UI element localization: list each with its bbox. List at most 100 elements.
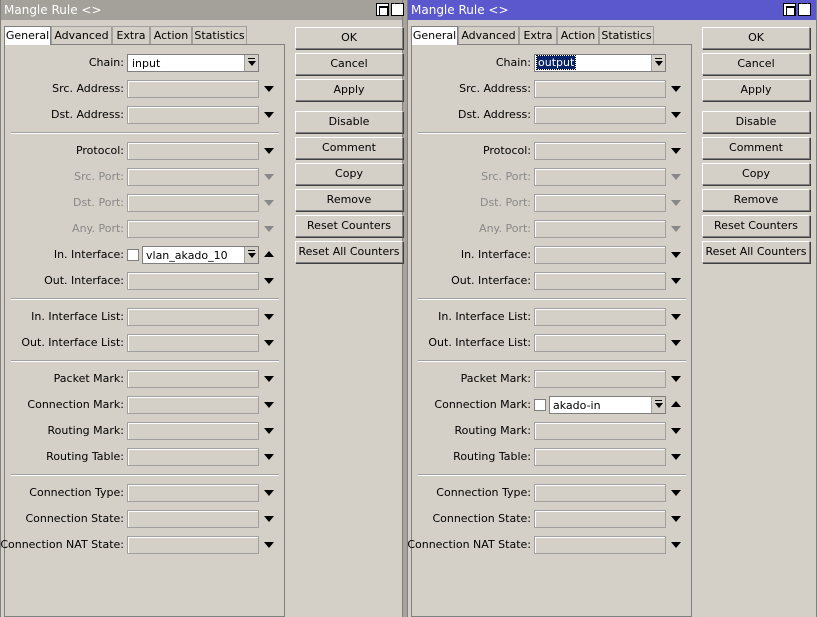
comment-button[interactable]: Comment xyxy=(702,137,810,159)
title-bar[interactable]: Mangle Rule <> ✕ xyxy=(408,0,816,20)
connection-mark-negate-checkbox[interactable] xyxy=(534,399,546,411)
routing-table-field[interactable] xyxy=(127,448,259,466)
connection-state-field[interactable] xyxy=(534,510,666,528)
tab-general[interactable]: General xyxy=(411,26,458,45)
protocol-expand-icon[interactable] xyxy=(264,148,274,154)
in-interface-field[interactable] xyxy=(534,246,666,264)
dst-address-field[interactable] xyxy=(127,106,259,124)
out-interface-field[interactable] xyxy=(127,272,259,290)
disable-button[interactable]: Disable xyxy=(295,111,403,133)
connection-type-expand-icon[interactable] xyxy=(671,490,681,496)
chain-dropdown-icon[interactable] xyxy=(244,55,258,71)
routing-mark-field[interactable] xyxy=(127,422,259,440)
packet-mark-expand-icon[interactable] xyxy=(264,376,274,382)
protocol-field[interactable] xyxy=(534,142,666,160)
connection-type-field[interactable] xyxy=(127,484,259,502)
routing-table-expand-icon[interactable] xyxy=(671,454,681,460)
routing-table-expand-icon[interactable] xyxy=(264,454,274,460)
in-interface-dropdown-icon[interactable] xyxy=(244,247,258,263)
chain-select[interactable]: input xyxy=(127,54,259,72)
in-interface-expand-icon[interactable] xyxy=(671,252,681,258)
connection-mark-expand-icon[interactable] xyxy=(264,402,274,408)
dst-address-expand-icon[interactable] xyxy=(264,112,274,118)
connection-mark-collapse-icon[interactable] xyxy=(671,401,681,407)
cancel-button[interactable]: Cancel xyxy=(702,53,810,75)
in-interface-list-expand-icon[interactable] xyxy=(671,314,681,320)
close-icon[interactable]: ✕ xyxy=(798,2,811,16)
routing-mark-expand-icon[interactable] xyxy=(264,428,274,434)
remove-button[interactable]: Remove xyxy=(702,189,810,211)
in-interface-negate-checkbox[interactable] xyxy=(127,249,139,261)
reset-counters-button[interactable]: Reset Counters xyxy=(295,215,403,237)
comment-button[interactable]: Comment xyxy=(295,137,403,159)
any-port-label: Any. Port: xyxy=(72,222,124,235)
tab-advanced[interactable]: Advanced xyxy=(51,26,112,44)
tab-general[interactable]: General xyxy=(4,26,51,45)
ok-button[interactable]: OK xyxy=(295,27,403,49)
cancel-button[interactable]: Cancel xyxy=(295,53,403,75)
src-address-field[interactable] xyxy=(127,80,259,98)
out-interface-list-expand-icon[interactable] xyxy=(671,340,681,346)
reset-all-counters-button[interactable]: Reset All Counters xyxy=(702,241,810,263)
out-interface-list-expand-icon[interactable] xyxy=(264,340,274,346)
copy-button[interactable]: Copy xyxy=(295,163,403,185)
apply-button[interactable]: Apply xyxy=(295,79,403,101)
tab-action[interactable]: Action xyxy=(557,26,599,44)
src-address-expand-icon[interactable] xyxy=(671,86,681,92)
connection-nat-state-field[interactable] xyxy=(534,536,666,554)
disable-button[interactable]: Disable xyxy=(702,111,810,133)
reset-all-counters-button[interactable]: Reset All Counters xyxy=(295,241,403,263)
connection-state-expand-icon[interactable] xyxy=(671,516,681,522)
packet-mark-field[interactable] xyxy=(534,370,666,388)
in-interface-select[interactable]: vlan_akado_10 xyxy=(142,246,259,264)
protocol-label: Protocol: xyxy=(75,144,124,157)
dst-address-field[interactable] xyxy=(534,106,666,124)
protocol-expand-icon[interactable] xyxy=(671,148,681,154)
protocol-field[interactable] xyxy=(127,142,259,160)
connection-nat-state-expand-icon[interactable] xyxy=(671,542,681,548)
out-interface-expand-icon[interactable] xyxy=(671,278,681,284)
in-interface-collapse-icon[interactable] xyxy=(264,251,274,257)
src-address-field[interactable] xyxy=(534,80,666,98)
packet-mark-expand-icon[interactable] xyxy=(671,376,681,382)
copy-button[interactable]: Copy xyxy=(702,163,810,185)
connection-mark-select[interactable]: akado-in xyxy=(549,396,666,414)
connection-mark-field[interactable] xyxy=(127,396,259,414)
in-interface-list-expand-icon[interactable] xyxy=(264,314,274,320)
out-interface-list-field[interactable] xyxy=(534,334,666,352)
tab-extra[interactable]: Extra xyxy=(112,26,150,44)
in-interface-list-field[interactable] xyxy=(127,308,259,326)
tab-extra[interactable]: Extra xyxy=(519,26,557,44)
packet-mark-field[interactable] xyxy=(127,370,259,388)
routing-mark-expand-icon[interactable] xyxy=(671,428,681,434)
chain-dropdown-icon[interactable] xyxy=(651,55,665,71)
dst-address-expand-icon[interactable] xyxy=(671,112,681,118)
out-interface-field[interactable] xyxy=(534,272,666,290)
tab-statistics[interactable]: Statistics xyxy=(192,26,247,44)
connection-type-field[interactable] xyxy=(534,484,666,502)
in-interface-list-field[interactable] xyxy=(534,308,666,326)
out-interface-list-field[interactable] xyxy=(127,334,259,352)
out-interface-expand-icon[interactable] xyxy=(264,278,274,284)
remove-button[interactable]: Remove xyxy=(295,189,403,211)
reset-counters-button[interactable]: Reset Counters xyxy=(702,215,810,237)
apply-button[interactable]: Apply xyxy=(702,79,810,101)
tab-advanced[interactable]: Advanced xyxy=(458,26,519,44)
title-bar[interactable]: Mangle Rule <> ✕ xyxy=(1,0,404,20)
routing-table-field[interactable] xyxy=(534,448,666,466)
maximize-icon[interactable] xyxy=(376,3,389,16)
tab-statistics[interactable]: Statistics xyxy=(599,26,654,44)
ok-button[interactable]: OK xyxy=(702,27,810,49)
connection-nat-state-expand-icon[interactable] xyxy=(264,542,274,548)
connection-mark-dropdown-icon[interactable] xyxy=(651,397,665,413)
src-address-expand-icon[interactable] xyxy=(264,86,274,92)
maximize-icon[interactable] xyxy=(783,3,796,16)
chain-select[interactable]: output xyxy=(534,54,666,72)
connection-state-expand-icon[interactable] xyxy=(264,516,274,522)
tab-action[interactable]: Action xyxy=(150,26,192,44)
close-icon[interactable]: ✕ xyxy=(391,2,404,16)
connection-state-field[interactable] xyxy=(127,510,259,528)
routing-mark-field[interactable] xyxy=(534,422,666,440)
connection-type-expand-icon[interactable] xyxy=(264,490,274,496)
connection-nat-state-field[interactable] xyxy=(127,536,259,554)
